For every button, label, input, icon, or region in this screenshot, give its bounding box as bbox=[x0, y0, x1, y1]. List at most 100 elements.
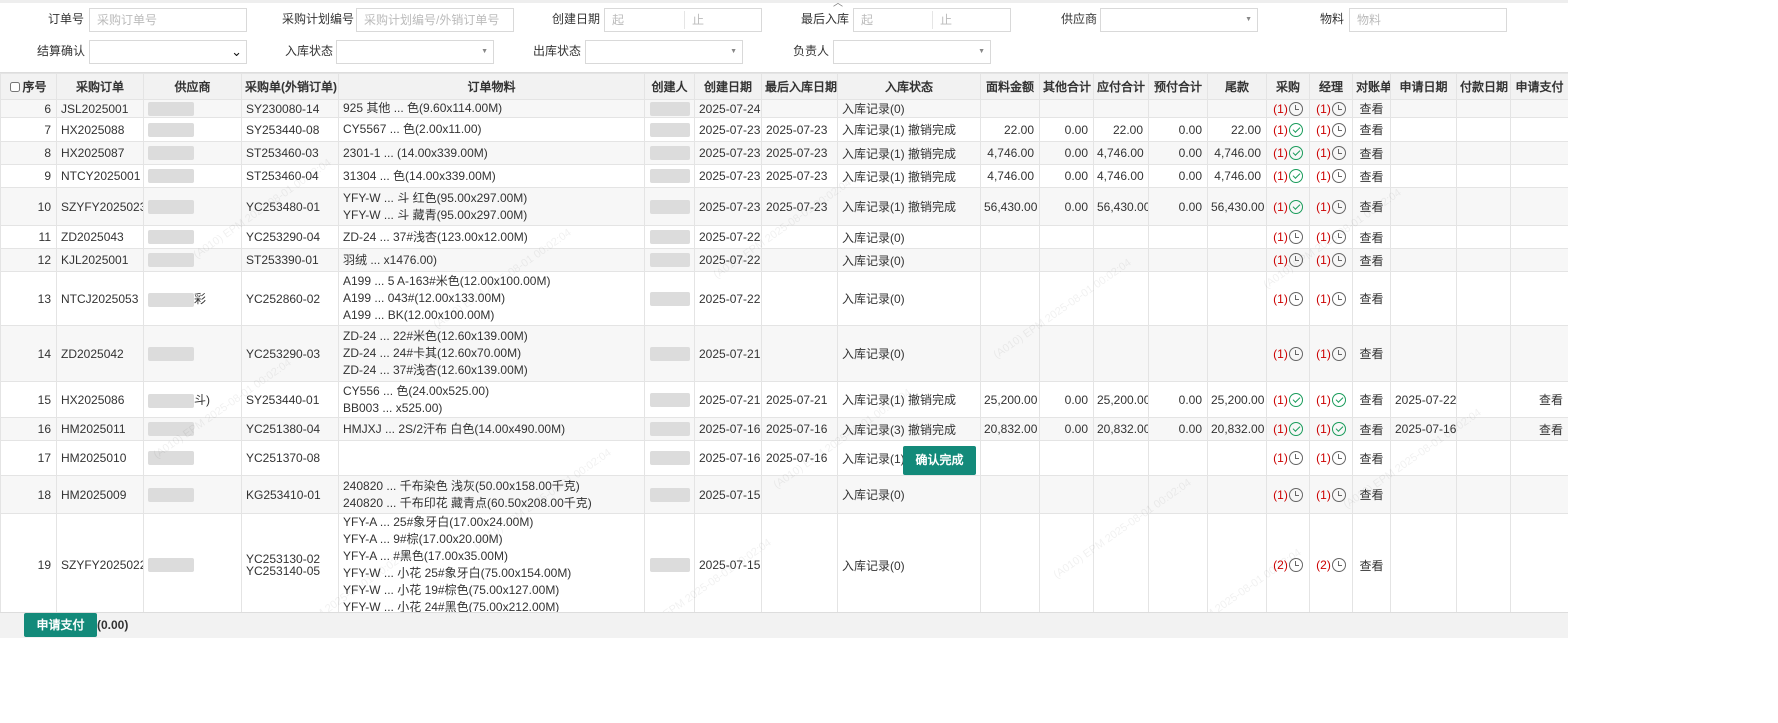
clock-icon[interactable] bbox=[1331, 169, 1346, 183]
row-apply-pay[interactable] bbox=[1510, 187, 1568, 226]
row-in-status[interactable]: 入库记录(3) 撤销完成 bbox=[837, 417, 981, 441]
row-statement[interactable]: 查看 bbox=[1352, 417, 1391, 441]
row-apply-pay[interactable]: 查看 bbox=[1510, 417, 1568, 441]
row-order-no[interactable]: HM2025009 bbox=[56, 475, 144, 514]
check-circle-icon[interactable] bbox=[1288, 392, 1303, 407]
confirm-complete-button[interactable]: 确认完成 bbox=[903, 446, 976, 475]
check-circle-icon[interactable] bbox=[1288, 122, 1303, 137]
statement-view-link[interactable]: 查看 bbox=[1359, 452, 1383, 466]
supplier-select[interactable]: ▼ bbox=[1100, 8, 1258, 32]
last-in-to[interactable]: 止 bbox=[933, 9, 952, 31]
row-order-no[interactable]: ZD2025043 bbox=[56, 225, 144, 249]
row-apply-pay[interactable] bbox=[1510, 99, 1568, 118]
in-status-select[interactable]: ▼ bbox=[336, 40, 494, 64]
row-statement[interactable]: 查看 bbox=[1352, 248, 1391, 272]
apply-pay-view-link[interactable]: 查看 bbox=[1539, 393, 1563, 407]
row-apply-pay[interactable] bbox=[1510, 141, 1568, 165]
order-no-input[interactable]: 采购订单号 bbox=[89, 8, 247, 32]
row-statement[interactable]: 查看 bbox=[1352, 325, 1391, 382]
check-circle-icon[interactable] bbox=[1288, 422, 1303, 436]
clock-icon[interactable] bbox=[1331, 146, 1346, 160]
row-order-no[interactable]: NTCY2025001 bbox=[56, 164, 144, 188]
row-in-status[interactable]: 入库记录(1) 撤销完成 bbox=[837, 164, 981, 188]
row-in-status[interactable]: 入库记录(0) bbox=[837, 99, 981, 118]
row-apply-pay[interactable] bbox=[1510, 325, 1568, 382]
row-statement[interactable]: 查看 bbox=[1352, 475, 1391, 514]
statement-view-link[interactable]: 查看 bbox=[1359, 423, 1383, 437]
clock-icon[interactable] bbox=[1331, 230, 1346, 244]
statement-view-link[interactable]: 查看 bbox=[1359, 200, 1383, 214]
statement-view-link[interactable]: 查看 bbox=[1359, 147, 1383, 161]
row-in-status[interactable]: 入库记录(0) bbox=[837, 325, 981, 382]
row-in-status[interactable]: 入库记录(1) 撤销完成 bbox=[837, 141, 981, 165]
row-apply-pay[interactable] bbox=[1510, 271, 1568, 326]
clock-icon[interactable] bbox=[1288, 230, 1303, 244]
statement-view-link[interactable]: 查看 bbox=[1359, 231, 1383, 245]
clock-icon[interactable] bbox=[1331, 558, 1346, 572]
row-apply-pay[interactable]: 查看 bbox=[1510, 381, 1568, 418]
check-circle-icon[interactable] bbox=[1331, 422, 1346, 436]
row-in-status[interactable]: 入库记录(1) 撤销完成 bbox=[837, 117, 981, 142]
row-order-no[interactable]: KJL2025001 bbox=[56, 248, 144, 272]
clock-icon[interactable] bbox=[1331, 122, 1346, 137]
last-in-range[interactable]: 起 止 bbox=[853, 8, 1011, 32]
clock-icon[interactable] bbox=[1331, 253, 1346, 267]
apply-pay-view-link[interactable]: 查看 bbox=[1539, 423, 1563, 437]
clock-icon[interactable] bbox=[1331, 346, 1346, 361]
row-statement[interactable]: 查看 bbox=[1352, 141, 1391, 165]
create-date-range[interactable]: 起 止 bbox=[604, 8, 762, 32]
last-in-from[interactable]: 起 bbox=[854, 9, 873, 31]
apply-payment-button[interactable]: 申请支付 bbox=[24, 613, 97, 637]
check-circle-icon[interactable] bbox=[1331, 392, 1346, 407]
row-order-no[interactable]: HM2025011 bbox=[56, 417, 144, 441]
statement-view-link[interactable]: 查看 bbox=[1359, 292, 1383, 306]
statement-view-link[interactable]: 查看 bbox=[1359, 488, 1383, 502]
row-statement[interactable]: 查看 bbox=[1352, 99, 1391, 118]
row-in-status[interactable]: 入库记录(0) bbox=[837, 475, 981, 514]
row-apply-pay[interactable] bbox=[1510, 513, 1568, 612]
clock-icon[interactable] bbox=[1331, 291, 1346, 306]
check-circle-icon[interactable] bbox=[1288, 169, 1303, 183]
row-order-no[interactable]: SZYFY2025023 bbox=[56, 187, 144, 226]
row-order-no[interactable]: HX2025086 bbox=[56, 381, 144, 418]
row-statement[interactable]: 查看 bbox=[1352, 117, 1391, 142]
row-apply-pay[interactable] bbox=[1510, 440, 1568, 476]
statement-view-link[interactable]: 查看 bbox=[1359, 347, 1383, 361]
row-apply-pay[interactable] bbox=[1510, 475, 1568, 514]
row-apply-pay[interactable] bbox=[1510, 248, 1568, 272]
out-status-select[interactable]: ▼ bbox=[585, 40, 743, 64]
row-statement[interactable]: 查看 bbox=[1352, 513, 1391, 612]
row-apply-pay[interactable] bbox=[1510, 225, 1568, 249]
owner-select[interactable]: ▼ bbox=[833, 40, 991, 64]
clock-icon[interactable] bbox=[1288, 451, 1303, 465]
statement-view-link[interactable]: 查看 bbox=[1359, 559, 1383, 573]
row-statement[interactable]: 查看 bbox=[1352, 440, 1391, 476]
row-in-status[interactable]: 入库记录(0) bbox=[837, 271, 981, 326]
clock-icon[interactable] bbox=[1288, 558, 1303, 572]
row-statement[interactable]: 查看 bbox=[1352, 164, 1391, 188]
clock-icon[interactable] bbox=[1331, 451, 1346, 465]
row-order-no[interactable]: HM2025010 bbox=[56, 440, 144, 476]
row-in-status[interactable]: 入库记录(0) bbox=[837, 513, 981, 612]
statement-view-link[interactable]: 查看 bbox=[1359, 170, 1383, 184]
row-in-status[interactable]: 入库记录(1) 撤销完成 bbox=[837, 187, 981, 226]
clock-icon[interactable] bbox=[1288, 487, 1303, 502]
row-order-no[interactable]: JSL2025001 bbox=[56, 99, 144, 118]
check-circle-icon[interactable] bbox=[1288, 146, 1303, 160]
row-in-status[interactable]: 入库记录(0) bbox=[837, 225, 981, 249]
clock-icon[interactable] bbox=[1288, 291, 1303, 306]
statement-view-link[interactable]: 查看 bbox=[1359, 254, 1383, 268]
clock-icon[interactable] bbox=[1288, 253, 1303, 267]
row-order-no[interactable]: ZD2025042 bbox=[56, 325, 144, 382]
clock-icon[interactable] bbox=[1288, 346, 1303, 361]
create-date-from[interactable]: 起 bbox=[605, 9, 624, 31]
check-circle-icon[interactable] bbox=[1288, 199, 1303, 214]
statement-view-link[interactable]: 查看 bbox=[1359, 393, 1383, 407]
row-in-status[interactable]: 入库记录(0) bbox=[837, 248, 981, 272]
select-all-checkbox[interactable] bbox=[10, 82, 21, 92]
row-statement[interactable]: 查看 bbox=[1352, 225, 1391, 249]
clock-icon[interactable] bbox=[1331, 199, 1346, 214]
row-order-no[interactable]: HX2025087 bbox=[56, 141, 144, 165]
row-apply-pay[interactable] bbox=[1510, 117, 1568, 142]
clock-icon[interactable] bbox=[1331, 101, 1346, 116]
